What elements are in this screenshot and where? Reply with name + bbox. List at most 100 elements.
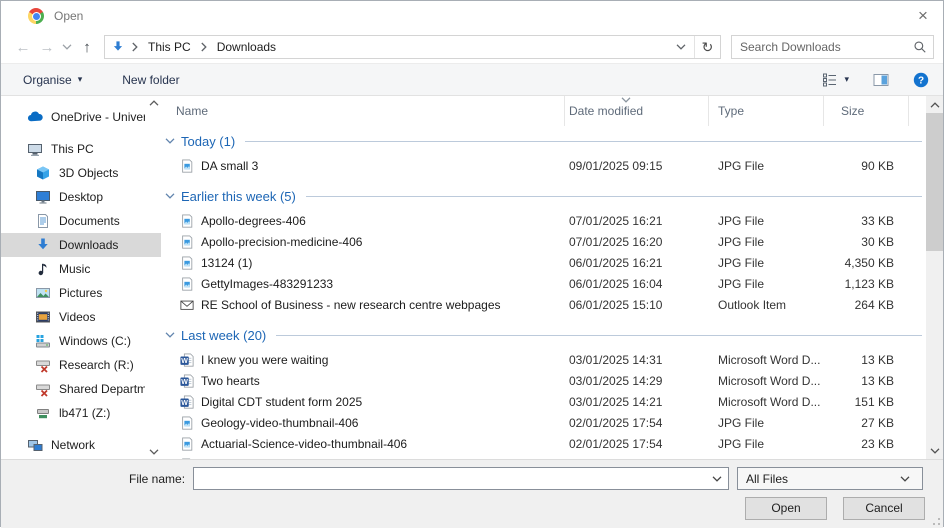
address-dropdown-chevron-icon[interactable] bbox=[668, 36, 694, 58]
group-header-today-1[interactable]: Today (1) bbox=[161, 129, 926, 153]
group-rule bbox=[305, 196, 922, 197]
downloads-location-icon bbox=[111, 40, 125, 54]
sidebar-item-music[interactable]: Music bbox=[1, 257, 161, 281]
downloads-icon bbox=[35, 237, 51, 253]
group-header-last-week-20[interactable]: Last week (20) bbox=[161, 323, 926, 347]
file-date-cell: 06/01/2025 15:10 bbox=[569, 297, 663, 312]
file-row[interactable]: Apollo-precision-medicine-406 07/01/2025 … bbox=[161, 231, 926, 252]
sidebar-item-videos[interactable]: Videos bbox=[1, 305, 161, 329]
file-name-cell: DA small 3 bbox=[161, 159, 565, 173]
file-type-cell: Microsoft Word D... bbox=[718, 352, 821, 367]
sidebar-item-onedrive-univer[interactable]: OneDrive - Univer bbox=[1, 105, 161, 129]
chrome-app-icon bbox=[28, 8, 44, 24]
sidebar-item-3d-objects[interactable]: 3D Objects bbox=[1, 161, 161, 185]
preview-pane-icon[interactable] bbox=[873, 72, 889, 88]
refresh-icon[interactable]: ↻ bbox=[694, 36, 720, 58]
file-name-cell: W I knew you were waiting bbox=[161, 353, 565, 367]
file-size-cell: 4,350 KB bbox=[844, 255, 894, 270]
column-header-name[interactable]: Name bbox=[161, 96, 565, 126]
sidebar-item-downloads[interactable]: Downloads bbox=[1, 233, 161, 257]
file-row[interactable]: Geology-video-thumbnail-406 02/01/2025 17… bbox=[161, 412, 926, 433]
collapse-chevron-icon[interactable] bbox=[165, 332, 175, 338]
breadcrumb-separator-icon bbox=[129, 42, 141, 52]
sidebar-item-this-pc[interactable]: This PC bbox=[1, 137, 161, 161]
file-row[interactable]: GettyImages-483291233 06/01/2025 16:04 JPG… bbox=[161, 273, 926, 294]
views-button[interactable]: ▾ bbox=[822, 72, 849, 88]
resize-grip[interactable] bbox=[932, 517, 941, 526]
chevron-down-icon[interactable] bbox=[706, 475, 728, 482]
disconnected-drive-icon bbox=[35, 357, 51, 373]
file-type-select[interactable]: All Files bbox=[737, 467, 923, 490]
organise-button[interactable]: Organise ▾ bbox=[23, 73, 82, 87]
recent-locations-chevron-icon[interactable] bbox=[59, 35, 75, 59]
list-scrollbar[interactable] bbox=[926, 96, 943, 459]
scroll-up-icon[interactable] bbox=[926, 96, 943, 113]
column-header-date-modified[interactable]: Date modified bbox=[565, 96, 709, 126]
new-folder-button[interactable]: New folder bbox=[122, 73, 179, 87]
scroll-down-icon[interactable] bbox=[926, 442, 943, 459]
forward-icon[interactable]: → bbox=[35, 35, 59, 59]
search-icon[interactable] bbox=[913, 40, 927, 54]
onedrive-cloud-icon bbox=[27, 109, 43, 125]
file-row[interactable]: W I knew you were waiting 03/01/2025 14:31… bbox=[161, 349, 926, 370]
file-size-cell: 23 KB bbox=[861, 436, 894, 451]
chevron-down-icon: ▾ bbox=[844, 74, 849, 84]
collapse-chevron-icon[interactable] bbox=[165, 138, 175, 144]
file-row[interactable]: W Two hearts 03/01/2025 14:29 Microsoft Wor… bbox=[161, 370, 926, 391]
file-row[interactable]: W Digital CDT student form 2025 03/01/2025… bbox=[161, 391, 926, 412]
cancel-button[interactable]: Cancel bbox=[843, 497, 925, 520]
help-icon[interactable]: ? bbox=[913, 72, 929, 88]
file-name: Apollo-degrees-406 bbox=[201, 213, 306, 228]
collapse-chevron-icon[interactable] bbox=[165, 193, 175, 199]
file-size-cell: 27 KB bbox=[861, 415, 894, 430]
scroll-down-icon bbox=[149, 449, 158, 455]
file-type-cell: Outlook Item bbox=[718, 297, 787, 312]
file-date-cell: 07/01/2025 16:20 bbox=[569, 234, 663, 249]
file-name-input[interactable] bbox=[194, 471, 706, 486]
sidebar-item-shared-departm[interactable]: Shared Departm bbox=[1, 377, 161, 401]
sidebar-item-pictures[interactable]: Pictures bbox=[1, 281, 161, 305]
file-name: Digital CDT student form 2025 bbox=[201, 394, 363, 409]
column-header-type[interactable]: Type bbox=[709, 96, 824, 126]
group-rule bbox=[276, 335, 922, 336]
jpg-file-icon bbox=[180, 213, 194, 228]
sidebar-item-documents[interactable]: Documents bbox=[1, 209, 161, 233]
column-header-size[interactable]: Size bbox=[824, 96, 909, 126]
file-row[interactable]: Apollo-degrees-406 07/01/2025 16:21 JPG Fi… bbox=[161, 210, 926, 231]
file-type-cell: JPG File bbox=[718, 234, 765, 249]
address-bar[interactable]: This PC Downloads ↻ bbox=[104, 35, 721, 59]
search-input[interactable] bbox=[740, 40, 913, 54]
sidebar-item-lb471-z[interactable]: lb471 (Z:) bbox=[1, 401, 161, 425]
sidebar-item-network[interactable]: Network bbox=[1, 433, 161, 457]
sidebar-scrollbar[interactable] bbox=[147, 96, 160, 459]
file-size-cell: 90 KB bbox=[861, 158, 894, 173]
svg-text:W: W bbox=[181, 357, 188, 364]
file-name-cell: Apollo-degrees-406 bbox=[161, 214, 565, 228]
navigation-bar: ← → ↑ This PC Downloads ↻ bbox=[1, 31, 943, 63]
sidebar-item-desktop[interactable]: Desktop bbox=[1, 185, 161, 209]
file-size-cell: 30 KB bbox=[861, 234, 894, 249]
file-name-cell: 13124 (1) bbox=[161, 256, 565, 270]
sidebar-item-research-r[interactable]: Research (R:) bbox=[1, 353, 161, 377]
group-header-earlier-this-week-5[interactable]: Earlier this week (5) bbox=[161, 184, 926, 208]
scrollbar-thumb[interactable] bbox=[926, 113, 943, 251]
open-button[interactable]: Open bbox=[745, 497, 827, 520]
sort-descending-icon bbox=[621, 97, 631, 103]
sidebar-item-label: lb471 (Z:) bbox=[59, 406, 111, 420]
breadcrumb-this-pc[interactable]: This PC bbox=[141, 40, 198, 54]
back-icon[interactable]: ← bbox=[11, 35, 35, 59]
close-icon[interactable]: × bbox=[911, 4, 935, 28]
file-name-cell: Actuarial-Science-video-thumbnail-406 bbox=[161, 437, 565, 451]
svg-text:W: W bbox=[181, 378, 188, 385]
column-label: Name bbox=[176, 104, 209, 118]
file-row[interactable]: DA small 3 09/01/2025 09:15 JPG File 90 KB bbox=[161, 155, 926, 176]
file-date-cell: 06/01/2025 16:21 bbox=[569, 255, 663, 270]
sidebar-item-label: 3D Objects bbox=[59, 166, 119, 180]
file-row[interactable]: RE School of Business - new research cen… bbox=[161, 294, 926, 315]
breadcrumb-downloads[interactable]: Downloads bbox=[210, 40, 283, 54]
file-size-cell: 33 KB bbox=[861, 213, 894, 228]
file-row[interactable]: Actuarial-Science-video-thumbnail-406 02/… bbox=[161, 433, 926, 454]
file-row[interactable]: 13124 (1) 06/01/2025 16:21 JPG File 4,350 K… bbox=[161, 252, 926, 273]
sidebar-item-windows-c[interactable]: Windows (C:) bbox=[1, 329, 161, 353]
up-icon[interactable]: ↑ bbox=[75, 35, 99, 59]
